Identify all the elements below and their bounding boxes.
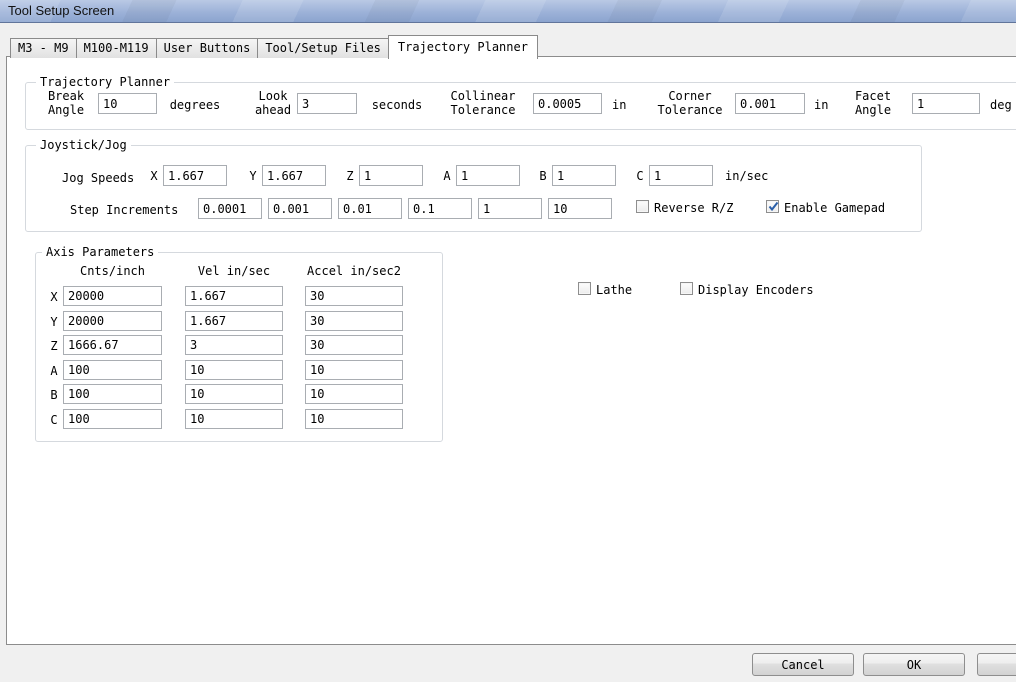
trajectory-planner-group-title: Trajectory Planner bbox=[36, 75, 174, 89]
look-ahead-label: Look ahead bbox=[245, 89, 301, 117]
axis-a-accel-input[interactable] bbox=[305, 360, 403, 380]
axis-z-label: Z bbox=[47, 339, 61, 353]
jog-b-input[interactable] bbox=[552, 165, 616, 186]
tab-trajectory-planner[interactable]: Trajectory Planner bbox=[388, 35, 538, 59]
break-angle-input[interactable] bbox=[98, 93, 157, 114]
lathe-checkbox[interactable] bbox=[578, 282, 591, 295]
step-increment-3-input[interactable] bbox=[338, 198, 402, 219]
column-header-cnts: Cnts/inch bbox=[63, 264, 162, 278]
check-icon bbox=[767, 200, 780, 213]
axis-a-cnts-input[interactable] bbox=[63, 360, 162, 380]
jog-y-label: Y bbox=[246, 169, 260, 183]
facet-angle-input[interactable] bbox=[912, 93, 980, 114]
axis-parameters-group-title: Axis Parameters bbox=[42, 245, 158, 259]
axis-c-accel-input[interactable] bbox=[305, 409, 403, 429]
reverse-rz-label: Reverse R/Z bbox=[654, 201, 733, 215]
lathe-label: Lathe bbox=[596, 283, 632, 297]
tab-user-buttons[interactable]: User Buttons bbox=[156, 38, 259, 58]
jog-c-label: C bbox=[633, 169, 647, 183]
axis-x-accel-input[interactable] bbox=[305, 286, 403, 306]
axis-b-vel-input[interactable] bbox=[185, 384, 283, 404]
axis-z-cnts-input[interactable] bbox=[63, 335, 162, 355]
step-increment-6-input[interactable] bbox=[548, 198, 612, 219]
tab-m100-m119[interactable]: M100-M119 bbox=[76, 38, 157, 58]
ok-button[interactable]: OK bbox=[863, 653, 965, 676]
jog-a-input[interactable] bbox=[456, 165, 520, 186]
jog-x-label: X bbox=[147, 169, 161, 183]
jog-speeds-label: Jog Speeds bbox=[62, 171, 134, 185]
axis-y-accel-input[interactable] bbox=[305, 311, 403, 331]
step-increment-4-input[interactable] bbox=[408, 198, 472, 219]
enable-gamepad-label: Enable Gamepad bbox=[784, 201, 885, 215]
enable-gamepad-checkbox[interactable] bbox=[766, 200, 779, 213]
axis-z-accel-input[interactable] bbox=[305, 335, 403, 355]
display-encoders-checkbox[interactable] bbox=[680, 282, 693, 295]
display-encoders-label: Display Encoders bbox=[698, 283, 814, 297]
axis-b-accel-input[interactable] bbox=[305, 384, 403, 404]
axis-y-cnts-input[interactable] bbox=[63, 311, 162, 331]
partial-button[interactable] bbox=[977, 653, 1016, 676]
window-title: Tool Setup Screen bbox=[8, 0, 114, 22]
axis-y-vel-input[interactable] bbox=[185, 311, 283, 331]
look-ahead-unit: seconds bbox=[362, 98, 432, 112]
collinear-tolerance-input[interactable] bbox=[533, 93, 602, 114]
axis-b-cnts-input[interactable] bbox=[63, 384, 162, 404]
jog-x-input[interactable] bbox=[163, 165, 227, 186]
axis-a-label: A bbox=[47, 364, 61, 378]
step-increment-5-input[interactable] bbox=[478, 198, 542, 219]
axis-x-vel-input[interactable] bbox=[185, 286, 283, 306]
axis-c-label: C bbox=[47, 413, 61, 427]
jog-z-input[interactable] bbox=[359, 165, 423, 186]
corner-tolerance-unit: in bbox=[814, 98, 828, 112]
step-increment-1-input[interactable] bbox=[198, 198, 262, 219]
axis-x-cnts-input[interactable] bbox=[63, 286, 162, 306]
tab-tool-setup-files[interactable]: Tool/Setup Files bbox=[257, 38, 389, 58]
axis-c-vel-input[interactable] bbox=[185, 409, 283, 429]
collinear-tolerance-unit: in bbox=[612, 98, 626, 112]
step-increments-label: Step Increments bbox=[70, 203, 178, 217]
break-angle-label: Break Angle bbox=[35, 89, 97, 117]
jog-z-label: Z bbox=[343, 169, 357, 183]
look-ahead-input[interactable] bbox=[297, 93, 357, 114]
jog-y-input[interactable] bbox=[262, 165, 326, 186]
corner-tolerance-label: Corner Tolerance bbox=[647, 89, 733, 117]
cancel-button[interactable]: Cancel bbox=[752, 653, 854, 676]
axis-a-vel-input[interactable] bbox=[185, 360, 283, 380]
corner-tolerance-input[interactable] bbox=[735, 93, 805, 114]
facet-angle-unit: deg bbox=[990, 98, 1012, 112]
jog-speeds-unit: in/sec bbox=[725, 169, 768, 183]
tab-bar: M3 - M9 M100-M119 User Buttons Tool/Setu… bbox=[10, 35, 537, 58]
collinear-tolerance-label: Collinear Tolerance bbox=[437, 89, 529, 117]
axis-b-label: B bbox=[47, 388, 61, 402]
facet-angle-label: Facet Angle bbox=[841, 89, 905, 117]
jog-b-label: B bbox=[536, 169, 550, 183]
jog-c-input[interactable] bbox=[649, 165, 713, 186]
column-header-accel: Accel in/sec2 bbox=[305, 264, 403, 278]
trajectory-planner-page: Trajectory Planner Break Angle degrees L… bbox=[6, 56, 1016, 645]
axis-y-label: Y bbox=[47, 315, 61, 329]
reverse-rz-checkbox[interactable] bbox=[636, 200, 649, 213]
axis-z-vel-input[interactable] bbox=[185, 335, 283, 355]
titlebar[interactable]: Tool Setup Screen bbox=[0, 0, 1016, 23]
break-angle-unit: degrees bbox=[157, 98, 233, 112]
joystick-jog-group-title: Joystick/Jog bbox=[36, 138, 131, 152]
tool-setup-window: Tool Setup Screen M3 - M9 M100-M119 User… bbox=[0, 0, 1016, 682]
axis-c-cnts-input[interactable] bbox=[63, 409, 162, 429]
joystick-jog-groupbox: Joystick/Jog bbox=[25, 145, 922, 232]
tab-m3-m9[interactable]: M3 - M9 bbox=[10, 38, 77, 58]
axis-x-label: X bbox=[47, 290, 61, 304]
jog-a-label: A bbox=[440, 169, 454, 183]
step-increment-2-input[interactable] bbox=[268, 198, 332, 219]
column-header-vel: Vel in/sec bbox=[185, 264, 283, 278]
